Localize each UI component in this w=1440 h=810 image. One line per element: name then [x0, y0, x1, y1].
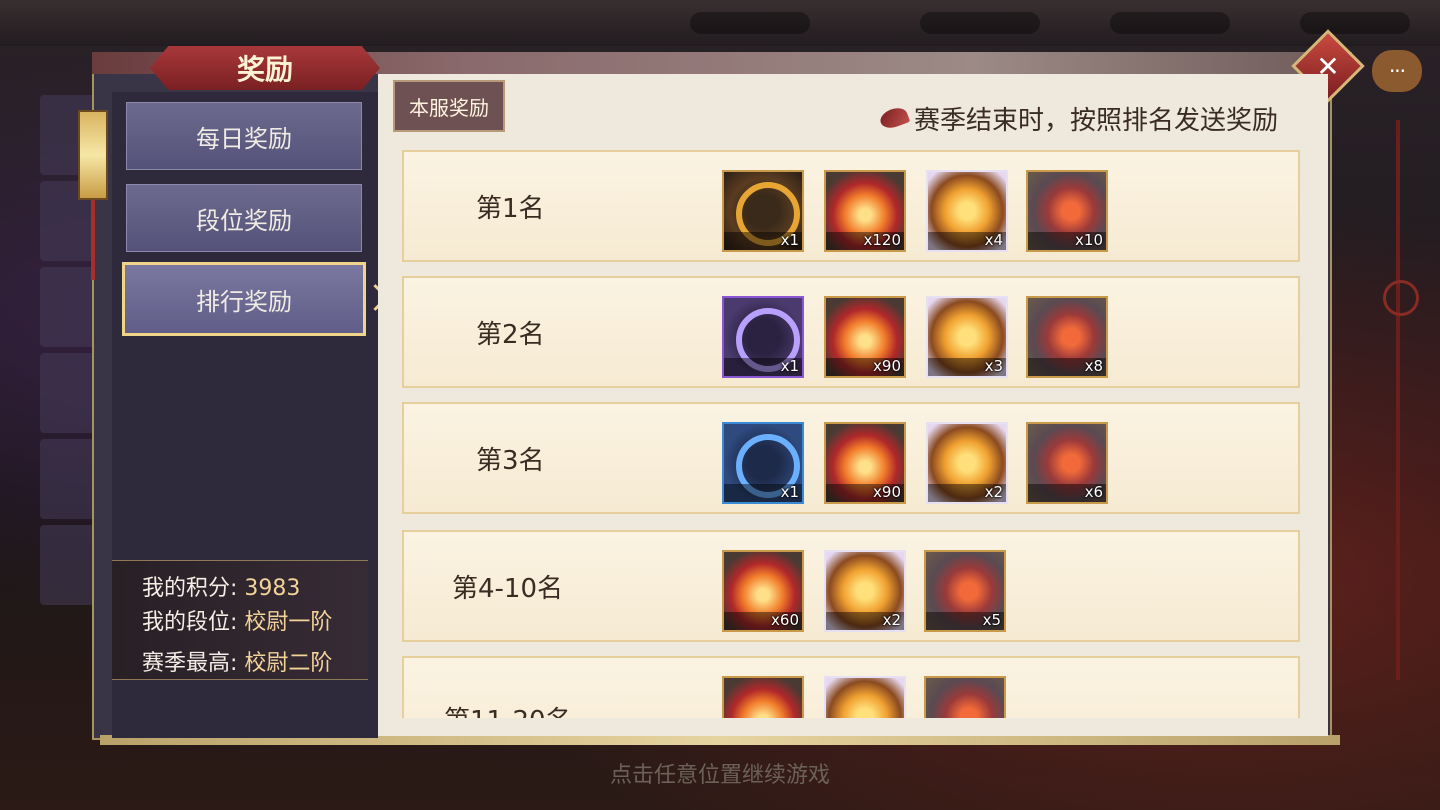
decorative-ring [1383, 280, 1419, 316]
lantern-tassel [91, 200, 95, 280]
red-crystal-icon[interactable]: x10 [1026, 170, 1108, 252]
player-stats: 我的积分: 3983 我的段位: 校尉一阶 赛季最高: 校尉二阶 [112, 560, 368, 680]
fire-token-icon[interactable]: x120 [824, 170, 906, 252]
decorative-rope [1396, 120, 1400, 680]
reward-list[interactable]: 第1名 x1 x120 x4 x10 第2名 x1 x90 x3 x8 第3名 … [390, 140, 1310, 718]
resource-slot [1110, 12, 1230, 34]
stat-rank: 我的段位: 校尉一阶 [142, 610, 333, 635]
resource-slot [920, 12, 1040, 34]
resource-bar [0, 0, 1440, 46]
reward-row: 第1名 x1 x120 x4 x10 [402, 150, 1300, 262]
panel-title: 奖励 [150, 46, 380, 90]
rank-label: 第11-20名 [444, 664, 572, 719]
fire-token-icon[interactable]: x90 [824, 422, 906, 504]
chat-button[interactable]: ··· [1372, 50, 1422, 92]
feather-icon [877, 104, 911, 132]
resource-slot [690, 12, 810, 34]
sidebar-item-daily-rewards[interactable]: 每日奖励 [126, 102, 362, 170]
reward-row: 第11-20名 [402, 656, 1300, 718]
golden-scroll-icon[interactable]: x3 [926, 296, 1008, 378]
tab-server-rewards[interactable]: 本服奖励 [393, 80, 505, 132]
gold-avatar-frame-icon[interactable]: x1 [722, 170, 804, 252]
fire-token-icon[interactable]: x90 [824, 296, 906, 378]
reward-row: 第3名 x1 x90 x2 x6 [402, 402, 1300, 514]
season-notice: 赛季结束时，按照排名发送奖励 [877, 100, 1308, 136]
purple-avatar-frame-icon[interactable]: x1 [722, 296, 804, 378]
fire-token-icon[interactable] [722, 676, 804, 718]
red-crystal-icon[interactable]: x6 [1026, 422, 1108, 504]
reward-row: 第4-10名 x60 x2 x5 [402, 530, 1300, 642]
rank-label: 第2名 [476, 319, 545, 350]
fire-token-icon[interactable]: x60 [722, 550, 804, 632]
rank-label: 第3名 [476, 445, 545, 476]
sidebar-item-ranking-rewards[interactable]: 排行奖励 [122, 262, 366, 336]
stat-score: 我的积分: 3983 [142, 576, 301, 601]
rank-label: 第1名 [476, 193, 545, 224]
red-crystal-icon[interactable]: x5 [924, 550, 1006, 632]
golden-scroll-icon[interactable]: x2 [926, 422, 1008, 504]
lantern-decoration-icon [78, 110, 108, 200]
resource-slot [1300, 12, 1410, 34]
red-crystal-icon[interactable]: x8 [1026, 296, 1108, 378]
golden-scroll-icon[interactable]: x2 [824, 550, 906, 632]
red-crystal-icon[interactable] [924, 676, 1006, 718]
golden-scroll-icon[interactable]: x4 [926, 170, 1008, 252]
reward-row: 第2名 x1 x90 x3 x8 [402, 276, 1300, 388]
chat-bubble-icon: ··· [1388, 59, 1406, 83]
continue-hint[interactable]: 点击任意位置继续游戏 [0, 757, 1440, 789]
rank-label: 第4-10名 [452, 573, 564, 604]
golden-scroll-icon[interactable] [824, 676, 906, 718]
blue-avatar-frame-icon[interactable]: x1 [722, 422, 804, 504]
stat-season-best: 赛季最高: 校尉二阶 [142, 651, 333, 676]
sidebar-item-tier-rewards[interactable]: 段位奖励 [126, 184, 362, 252]
